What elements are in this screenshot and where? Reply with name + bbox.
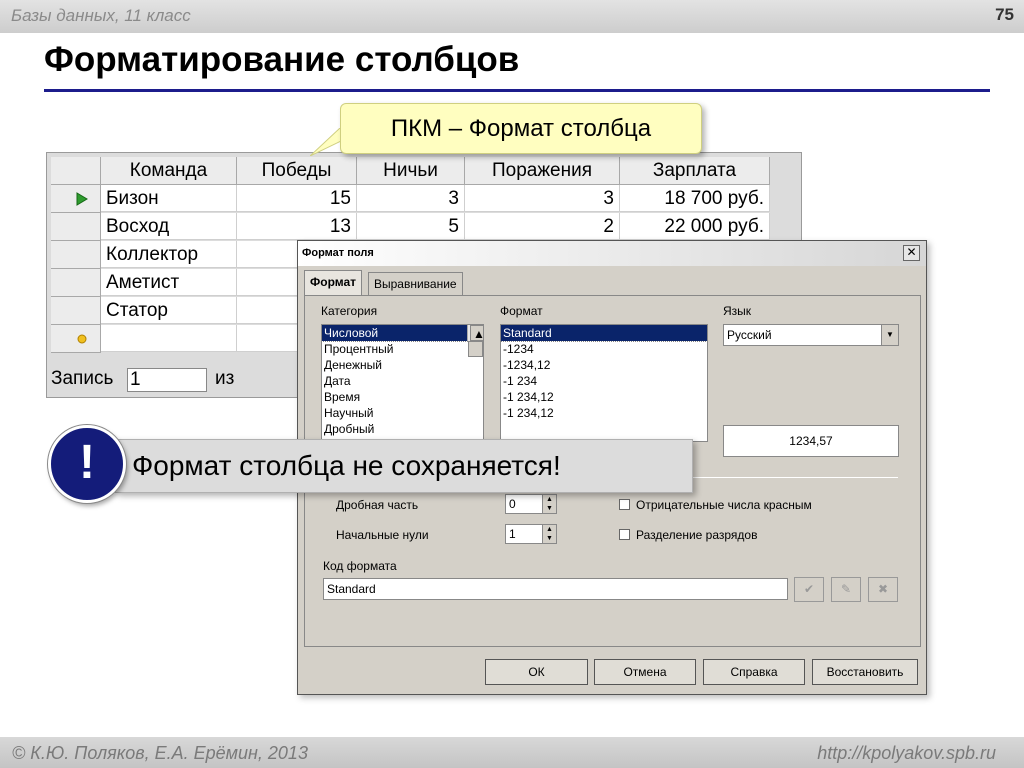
table-cell[interactable]	[101, 325, 237, 352]
list-item[interactable]: Научный	[322, 405, 483, 421]
column-header-team[interactable]: Команда	[101, 157, 237, 185]
list-item[interactable]: -1234,12	[501, 357, 707, 373]
scroll-thumb[interactable]	[468, 341, 483, 357]
column-header-losses[interactable]: Поражения	[465, 157, 620, 185]
record-number-input[interactable]: 1	[127, 368, 207, 392]
negative-red-label: Отрицательные числа красным	[636, 498, 812, 512]
table-cell[interactable]: 3	[465, 185, 620, 212]
table-cell[interactable]: 5	[357, 213, 465, 240]
list-item[interactable]: Процентный	[322, 341, 483, 357]
thousands-separator-label: Разделение разрядов	[636, 528, 758, 542]
thousands-separator-checkbox[interactable]	[619, 529, 630, 540]
close-icon[interactable]: ✕	[903, 245, 920, 261]
new-record-star-icon	[77, 334, 87, 344]
table-cell[interactable]: Коллектор	[101, 241, 237, 268]
table-cell[interactable]: Бизон	[101, 185, 237, 212]
reset-button[interactable]: Восстановить	[812, 659, 918, 685]
table-cell[interactable]: Аметист	[101, 269, 237, 296]
record-navigator: Запись 1 из	[47, 366, 307, 394]
table-cell[interactable]: 3	[357, 185, 465, 212]
leading-zeros-stepper[interactable]: 1 ▲ ▼	[505, 524, 557, 544]
format-list[interactable]: Standard -1234 -1234,12 -1 234 -1 234,12…	[500, 324, 708, 442]
table-cell[interactable]: 2	[465, 213, 620, 240]
row-selector[interactable]	[51, 297, 101, 325]
title-underline	[44, 89, 990, 92]
decimal-places-label: Дробная часть	[336, 498, 419, 512]
format-label: Формат	[500, 304, 543, 318]
row-selector[interactable]	[51, 241, 101, 269]
record-label: Запись	[51, 368, 114, 389]
row-selector[interactable]	[51, 269, 101, 297]
record-of-label: из	[215, 368, 235, 389]
list-item[interactable]: Время	[322, 389, 483, 405]
decimal-places-value: 0	[509, 497, 516, 511]
category-label: Категория	[321, 304, 378, 318]
new-record-selector[interactable]	[51, 325, 101, 353]
format-code-input[interactable]: Standard	[323, 578, 788, 600]
column-header-salary[interactable]: Зарплата	[620, 157, 770, 185]
decimal-places-stepper[interactable]: 0 ▲ ▼	[505, 494, 557, 514]
current-row-arrow-icon	[76, 192, 88, 206]
column-header-draws[interactable]: Ничьи	[357, 157, 465, 185]
row-selector[interactable]	[51, 213, 101, 241]
spin-arrows-icon[interactable]: ▲ ▼	[542, 525, 556, 543]
tab-format[interactable]: Формат	[304, 270, 363, 296]
ok-button[interactable]: ОК	[485, 659, 588, 685]
leading-zeros-label: Начальные нули	[336, 528, 429, 542]
edit-comment-icon[interactable]: ✎	[831, 577, 861, 602]
list-item[interactable]: Денежный	[322, 357, 483, 373]
category-scrollbar[interactable]: ▲	[467, 325, 483, 357]
list-item[interactable]: Standard	[501, 325, 707, 342]
format-code-label: Код формата	[323, 559, 397, 573]
scroll-up-icon[interactable]: ▲	[470, 325, 483, 341]
table-cell[interactable]: 18 700 руб.	[620, 185, 770, 212]
website-link[interactable]: http://kpolyakov.spb.ru	[817, 743, 996, 764]
table-cell[interactable]: 13	[237, 213, 357, 240]
language-select[interactable]: Русский ▼	[723, 324, 899, 346]
help-button[interactable]: Справка	[703, 659, 805, 685]
page-number: 75	[995, 5, 1014, 24]
list-item[interactable]: -1 234	[501, 373, 707, 389]
delete-x-icon[interactable]: ✖	[868, 577, 898, 602]
language-value: Русский	[727, 328, 772, 342]
list-item[interactable]: Дата	[322, 373, 483, 389]
table-cell[interactable]: Статор	[101, 297, 237, 324]
cancel-button[interactable]: Отмена	[594, 659, 696, 685]
negative-red-checkbox[interactable]	[619, 499, 630, 510]
table-cell[interactable]: 22 000 руб.	[620, 213, 770, 240]
language-label: Язык	[723, 304, 752, 318]
apply-check-icon[interactable]: ✔	[794, 577, 824, 602]
context-menu-hint-callout: ПКМ – Формат столбца	[340, 103, 702, 154]
slide-footer-bar: © К.Ю. Поляков, Е.А. Ерёмин, 2013 http:/…	[0, 737, 1024, 768]
course-label: Базы данных, 11 класс	[11, 6, 191, 25]
list-item[interactable]: Числовой	[322, 325, 483, 342]
table-cell[interactable]: Восход	[101, 213, 237, 240]
tab-alignment[interactable]: Выравнивание	[368, 272, 463, 295]
list-item[interactable]: -1234	[501, 341, 707, 357]
warning-callout: Формат столбца не сохраняется!	[115, 439, 693, 493]
slide-title: Форматирование столбцов	[44, 40, 520, 79]
authors-label: © К.Ю. Поляков, Е.А. Ерёмин, 2013	[12, 743, 308, 763]
leading-zeros-value: 1	[509, 527, 516, 541]
slide-header-bar: Базы данных, 11 класс 75	[0, 0, 1024, 33]
list-item[interactable]: -1 234,12	[501, 405, 707, 421]
chevron-down-icon[interactable]: ▼	[881, 325, 898, 345]
column-header-wins[interactable]: Победы	[237, 157, 357, 185]
dialog-title: Формат поля	[298, 241, 926, 266]
list-item[interactable]: Дробный	[322, 421, 483, 437]
list-item[interactable]: -1 234,12	[501, 389, 707, 405]
exclamation-icon: !	[48, 425, 126, 503]
row-selector[interactable]	[51, 185, 101, 213]
table-cell[interactable]: 15	[237, 185, 357, 212]
row-selector-header	[51, 157, 101, 185]
format-preview: 1234,57	[723, 425, 899, 457]
category-list[interactable]: Числовой Процентный Денежный Дата Время …	[321, 324, 484, 442]
spin-arrows-icon[interactable]: ▲ ▼	[542, 495, 556, 513]
